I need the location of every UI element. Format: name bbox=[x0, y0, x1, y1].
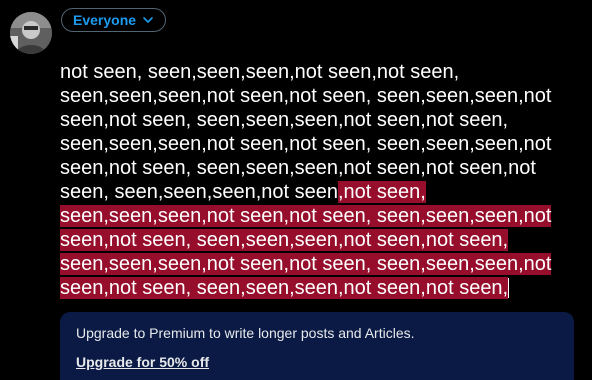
chevron-down-icon bbox=[143, 17, 153, 23]
premium-upsell-card: Upgrade to Premium to write longer posts… bbox=[60, 312, 574, 380]
avatar[interactable] bbox=[10, 12, 52, 54]
compose-post-screen: Everyone not seen, seen,seen,seen,not se… bbox=[0, 0, 592, 380]
text-within-limit: not seen, seen,seen,seen,not seen,not se… bbox=[60, 61, 552, 203]
audience-label: Everyone bbox=[73, 12, 137, 28]
upgrade-link[interactable]: Upgrade for 50% off bbox=[76, 354, 209, 370]
avatar-image bbox=[10, 12, 52, 54]
post-text-input[interactable]: not seen, seen,seen,seen,not seen,not se… bbox=[60, 60, 580, 300]
premium-message: Upgrade to Premium to write longer posts… bbox=[76, 325, 415, 341]
text-cursor bbox=[508, 278, 510, 298]
audience-selector-button[interactable]: Everyone bbox=[61, 8, 167, 32]
